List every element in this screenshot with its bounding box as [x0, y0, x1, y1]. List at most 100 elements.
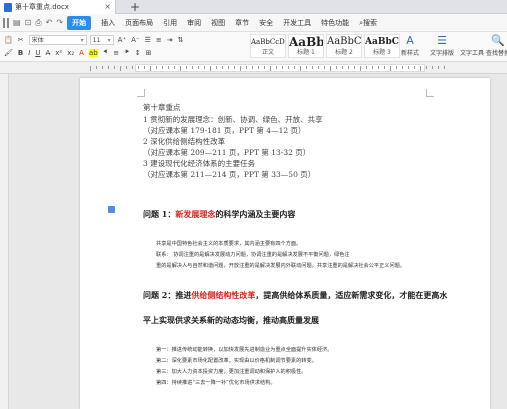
- numbering-icon[interactable]: ≡: [156, 36, 162, 44]
- ruler-tick: [192, 66, 193, 69]
- doc-heading: 第十章重点: [143, 103, 181, 112]
- menu-developer[interactable]: 开发工具: [283, 18, 311, 28]
- ruler-tick: [270, 66, 271, 71]
- bold-icon[interactable]: B: [18, 49, 23, 57]
- ruler-tick: [252, 66, 253, 69]
- cut-icon[interactable]: ✂: [18, 36, 24, 44]
- ruler-tick: [402, 66, 403, 69]
- ruler-tick: [396, 66, 397, 69]
- bullets-icon[interactable]: ☰: [145, 36, 151, 44]
- menu-insert[interactable]: 插入: [101, 18, 115, 28]
- outline-line: （对应课本第 211—214 页，PPT 第 33—50 页）: [143, 170, 316, 179]
- close-tab-icon[interactable]: ×: [104, 2, 111, 11]
- font-size-value: 11: [92, 37, 101, 44]
- menu-references[interactable]: 引用: [163, 18, 177, 28]
- search-button[interactable]: ⌕搜索: [359, 18, 377, 28]
- menu-home[interactable]: 开始: [67, 15, 92, 30]
- highlight-icon[interactable]: ab: [88, 48, 98, 57]
- style-label: 正文: [261, 49, 274, 56]
- search-label: 搜索: [363, 18, 377, 27]
- style-normal[interactable]: AaBbCcDd 正文: [250, 34, 286, 58]
- ruler-tick: [414, 66, 415, 69]
- font-name-select[interactable]: 宋体 ▾: [28, 35, 87, 45]
- paste-icon[interactable]: 📋: [4, 36, 13, 44]
- undo-icon[interactable]: ↶: [46, 18, 53, 27]
- ruler-tick: [312, 66, 313, 69]
- underline-icon[interactable]: U: [35, 49, 40, 57]
- q1-highlight: 新发展理念: [175, 209, 216, 219]
- ruler-text-area: [135, 64, 425, 72]
- superscript-icon[interactable]: x²: [55, 49, 62, 57]
- document-tab[interactable]: 第十章重点.docx ×: [0, 0, 116, 14]
- q2-body-line: 第三：加大人力资本投资力度，更加注重调动和保护人的积极性。: [156, 369, 307, 375]
- menu-review[interactable]: 审阅: [187, 18, 201, 28]
- align-left-icon[interactable]: ⯇: [103, 48, 109, 57]
- sort-icon[interactable]: ⇅: [178, 36, 184, 44]
- ruler-tick: [384, 66, 385, 69]
- ruler-tick: [90, 66, 91, 71]
- style-sample: AaBb: [289, 35, 323, 49]
- ruler-tick: [222, 66, 223, 69]
- subscript-icon[interactable]: x₂: [67, 49, 74, 57]
- ruler-tick: [108, 66, 109, 69]
- find-replace-button[interactable]: 🔍 查找替换: [484, 34, 507, 57]
- border-icon[interactable]: ⊞: [146, 49, 152, 57]
- shrink-font-icon[interactable]: A⁻: [131, 36, 139, 44]
- indent-icon[interactable]: ⇥: [167, 36, 173, 44]
- redo-icon[interactable]: ↷: [56, 18, 63, 27]
- menu-security[interactable]: 安全: [259, 18, 273, 28]
- horizontal-ruler[interactable]: [0, 62, 507, 74]
- menu-features[interactable]: 特色功能: [321, 18, 349, 28]
- italic-icon[interactable]: I: [28, 49, 30, 57]
- ruler-tick: [432, 66, 433, 69]
- align-center-icon[interactable]: ≡: [113, 49, 119, 57]
- margin-mark-right: [426, 89, 434, 97]
- new-style-button[interactable]: A 新样式: [396, 34, 424, 57]
- strikethrough-icon[interactable]: A̶: [45, 49, 50, 57]
- align-right-icon[interactable]: ⯈: [124, 48, 130, 57]
- file-menu-icon[interactable]: ▤: [13, 18, 21, 27]
- vertical-ruler[interactable]: [0, 74, 9, 409]
- ruler-tick: [288, 66, 289, 69]
- ruler-tick: [156, 66, 157, 69]
- menu-page-layout[interactable]: 页面布局: [125, 18, 153, 28]
- save-icon[interactable]: ⊡: [25, 18, 32, 27]
- ruler-tick: [426, 66, 427, 69]
- q1-suffix: 的科学内涵及主要内容: [215, 209, 296, 219]
- new-tab-button[interactable]: +: [130, 0, 140, 14]
- paragraph-handle-icon[interactable]: [108, 206, 115, 213]
- ruler-tick: [180, 66, 181, 71]
- ruler-tick: [300, 66, 301, 71]
- print-icon[interactable]: ⎙: [35, 18, 41, 28]
- line-spacing-icon[interactable]: ↕: [135, 49, 141, 57]
- style-heading1[interactable]: AaBb 标题 1: [288, 34, 324, 58]
- format-painter-icon[interactable]: 🖌: [4, 49, 13, 57]
- menu-icon[interactable]: [3, 17, 9, 28]
- ruler-tick: [342, 66, 343, 69]
- q1-prefix: 问题 1：: [143, 209, 176, 219]
- menu-chapter[interactable]: 章节: [235, 18, 249, 28]
- ruler-tick: [360, 66, 361, 71]
- font-size-select[interactable]: 11 ▾: [89, 35, 114, 45]
- font-color-icon[interactable]: A: [79, 49, 84, 57]
- question-1-heading: 问题 1：新发展理念的科学内涵及主要内容: [143, 209, 295, 220]
- style-sample: AaBbCcDd: [251, 38, 285, 46]
- style-heading2[interactable]: AaBbC 标题 2: [326, 34, 362, 58]
- text-tool-button[interactable]: 文字工具: [458, 48, 486, 57]
- text-layout-button[interactable]: ☰ 文字排版: [428, 34, 456, 57]
- ruler-tick: [264, 66, 265, 69]
- style-heading3[interactable]: AaBbC 标题 3: [364, 34, 400, 58]
- document-page[interactable]: 第十章重点 1 贯彻新的发展理念：创新、协调、绿色、开放、共享 （对应课本第 1…: [80, 78, 490, 409]
- grow-font-icon[interactable]: A⁺: [118, 36, 126, 44]
- ruler-tick: [276, 66, 277, 69]
- menu-view[interactable]: 视图: [211, 18, 225, 28]
- outline-line: 1 贯彻新的发展理念：创新、协调、绿色、开放、共享: [143, 115, 323, 124]
- ruler-tick: [198, 66, 199, 69]
- ruler-tick: [96, 66, 97, 69]
- q2-highlight: 供给侧结构性改革: [191, 290, 256, 300]
- text-layout-label: 文字排版: [429, 50, 454, 57]
- font-name-value: 宋体: [31, 37, 44, 44]
- ruler-tick: [366, 66, 367, 69]
- ruler-tick: [294, 66, 295, 69]
- new-style-icon: A: [406, 34, 414, 47]
